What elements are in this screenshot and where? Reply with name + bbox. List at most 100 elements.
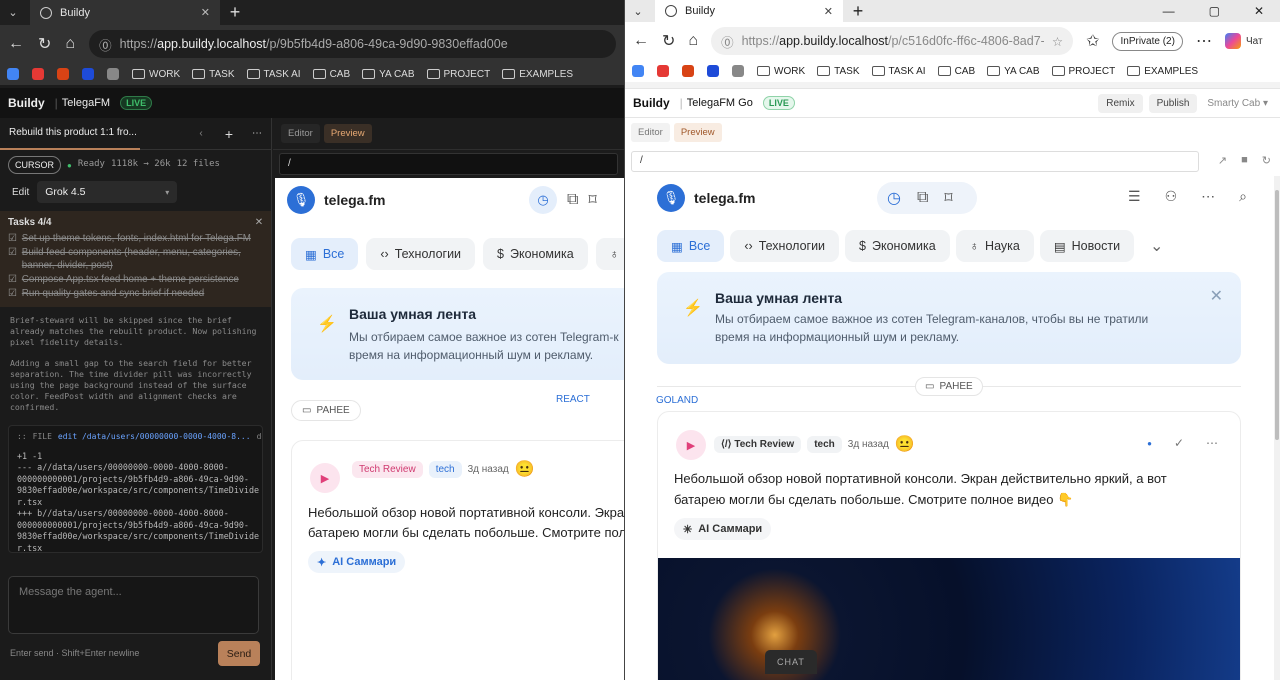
post-topic-tag[interactable]: tech — [807, 435, 842, 453]
mode-label[interactable]: Edit — [12, 187, 29, 198]
history-icon[interactable]: ◷ — [529, 186, 557, 214]
search-icon[interactable]: ⌕ — [1239, 188, 1247, 205]
more-categories-chevron-icon[interactable]: ⌄ — [1150, 236, 1163, 256]
stop-icon[interactable]: ■ — [1241, 154, 1248, 167]
preview-tab[interactable]: Preview — [323, 124, 372, 143]
copy-icon[interactable]: ⧉ — [917, 189, 928, 207]
maximize-icon[interactable]: ▢ — [1209, 4, 1220, 18]
category-3[interactable]: $ Экономика — [483, 238, 588, 270]
translate-icon[interactable] — [682, 65, 694, 77]
home-icon[interactable]: ⌂ — [65, 35, 75, 53]
bookmark-folder[interactable]: TASK AI — [246, 69, 301, 80]
close-banner-icon[interactable]: ✕ — [1210, 286, 1223, 306]
bookmark-folder[interactable]: EXAMPLES — [1127, 66, 1198, 77]
checkbox-checked-icon[interactable]: ☑ — [8, 287, 17, 300]
refresh-preview-icon[interactable]: ↻ — [1262, 154, 1271, 167]
puzzle-icon[interactable] — [732, 65, 744, 77]
buildy-logo[interactable]: Buildy — [8, 96, 45, 110]
close-window-icon[interactable]: ✕ — [1254, 4, 1264, 18]
emoji-icon[interactable]: 😐 — [515, 459, 535, 479]
route-field[interactable]: / — [279, 153, 618, 175]
copilot-icon[interactable] — [1224, 33, 1241, 49]
task-item[interactable]: ☑ Set up theme tokens, fonts, index.html … — [8, 232, 263, 245]
new-tab-icon[interactable]: + — [843, 1, 873, 22]
home-icon[interactable]: ⌂ — [688, 32, 698, 50]
category-2[interactable]: ‹› Технологии — [366, 238, 476, 270]
chat-toggle[interactable]: CHAT — [765, 650, 817, 674]
file-path[interactable]: edit /data/users/00000000-0000-4000-8... — [58, 431, 251, 443]
tasks-title[interactable]: Tasks 4/4 — [8, 217, 51, 228]
checkbox-checked-icon[interactable]: ☑ — [8, 246, 17, 272]
url-field[interactable]: ⓪ https://app.buildy.localhost/p/9b5fb4d… — [89, 30, 616, 58]
task-item[interactable]: ☑ Build feed components (header, menu, ca… — [8, 246, 263, 272]
post-source-tag[interactable]: Tech Review — [352, 460, 423, 478]
minimize-icon[interactable]: — — [1163, 4, 1175, 18]
category-5[interactable]: ▤ Новости — [1039, 230, 1135, 262]
tab-list-chevron-icon[interactable]: ⌄ — [625, 5, 651, 18]
bookmark-folder[interactable]: EXAMPLES — [502, 69, 573, 80]
route-field[interactable]: / — [631, 151, 1199, 172]
close-tasks-icon[interactable]: ✕ — [255, 217, 263, 228]
bookmark-folder[interactable]: WORK — [132, 69, 180, 80]
more-icon[interactable]: ⋯ — [243, 128, 271, 139]
task-item[interactable]: ☑ Compose App.tsx feed home + theme persi… — [8, 273, 263, 286]
star-icon[interactable]: ☆ — [1052, 34, 1063, 49]
new-tab-icon[interactable]: + — [220, 2, 250, 23]
translate-icon[interactable] — [57, 68, 69, 80]
google-icon[interactable] — [7, 68, 19, 80]
app-logo[interactable]: telega.fm — [694, 190, 755, 206]
post-more-icon[interactable]: ⋯ — [1206, 436, 1218, 450]
category-2[interactable]: ‹› Технологии — [730, 230, 840, 262]
bookmark-folder[interactable]: CAB — [312, 69, 350, 80]
yandex-icon[interactable] — [32, 68, 44, 80]
checkbox-checked-icon[interactable]: ☑ — [8, 232, 17, 245]
editor-tab[interactable]: Editor — [281, 124, 320, 143]
bookmark-folder[interactable]: PROJECT — [426, 69, 490, 80]
agent-tab[interactable]: Rebuild this product 1:1 fro... — [0, 118, 140, 150]
category-4[interactable]: ♁Нау — [595, 238, 624, 270]
puzzle-icon[interactable] — [107, 68, 119, 80]
expand-icon[interactable]: :: — [17, 431, 27, 443]
bookmark-icon[interactable]: ⌑ — [588, 190, 596, 210]
bookmark-folder[interactable]: CAB — [937, 66, 975, 77]
project-name[interactable]: TelegaFM Go — [687, 97, 753, 109]
app-logo[interactable]: telega.fm — [324, 192, 385, 208]
category-1[interactable]: ▦ Все — [291, 238, 359, 270]
google-icon[interactable] — [632, 65, 644, 77]
bookmark-folder[interactable]: TASK AI — [871, 66, 926, 77]
app-icon[interactable] — [707, 65, 719, 77]
workspace-select[interactable]: Smarty Cab ▾ — [1203, 94, 1272, 113]
copy-icon[interactable]: ⧉ — [567, 191, 578, 209]
post-video-thumbnail[interactable] — [658, 558, 1240, 680]
send-button[interactable]: Send — [218, 641, 260, 666]
cursor-badge[interactable]: CURSOR — [8, 156, 62, 174]
scrollbar[interactable] — [1274, 176, 1280, 680]
url-field[interactable]: ⓪ https://app.buildy.localhost/p/c516d0f… — [711, 27, 1074, 55]
category-4[interactable]: ♁ Наука — [955, 230, 1034, 262]
preview-tab[interactable]: Preview — [673, 123, 722, 142]
site-info-icon[interactable]: ⓪ — [99, 35, 112, 54]
users-icon[interactable]: ⚇ — [1165, 188, 1178, 205]
emoji-icon[interactable]: 😐 — [895, 434, 915, 454]
browser-tab[interactable]: Buildy ✕ — [655, 0, 843, 22]
post-source-tag[interactable]: ⟨/⟩ Tech Review — [714, 435, 802, 453]
task-item[interactable]: ☑ Run quality gates and sync brief if nee… — [8, 287, 263, 300]
editor-tab[interactable]: Editor — [631, 123, 670, 142]
more-icon[interactable]: ⋯ — [1201, 188, 1215, 205]
ai-summary-button[interactable]: ✦ AI Саммари — [308, 551, 406, 573]
bookmark-folder[interactable]: YA CAB — [987, 66, 1040, 77]
remix-button[interactable]: Remix — [1098, 93, 1143, 113]
message-input[interactable]: Message the agent... — [8, 576, 259, 634]
bookmark-icon[interactable]: ⌑ — [944, 188, 952, 208]
bookmark-folder[interactable]: YA CAB — [362, 69, 415, 80]
settings-more-icon[interactable]: ⋯ — [1196, 31, 1212, 51]
browser-tab[interactable]: Buildy ✕ — [30, 0, 220, 25]
history-icon[interactable]: ◷ — [887, 188, 901, 208]
model-select[interactable]: Grok 4.5 ▾ — [37, 181, 178, 203]
publish-button[interactable]: Publish — [1148, 93, 1198, 113]
check-icon[interactable]: ✓ — [1174, 436, 1184, 450]
bookmark-folder[interactable]: TASK — [817, 66, 860, 77]
close-tab-icon[interactable]: ✕ — [201, 6, 210, 19]
reload-icon[interactable]: ↻ — [38, 34, 51, 54]
filter-icon[interactable]: ☰ — [1128, 188, 1141, 205]
